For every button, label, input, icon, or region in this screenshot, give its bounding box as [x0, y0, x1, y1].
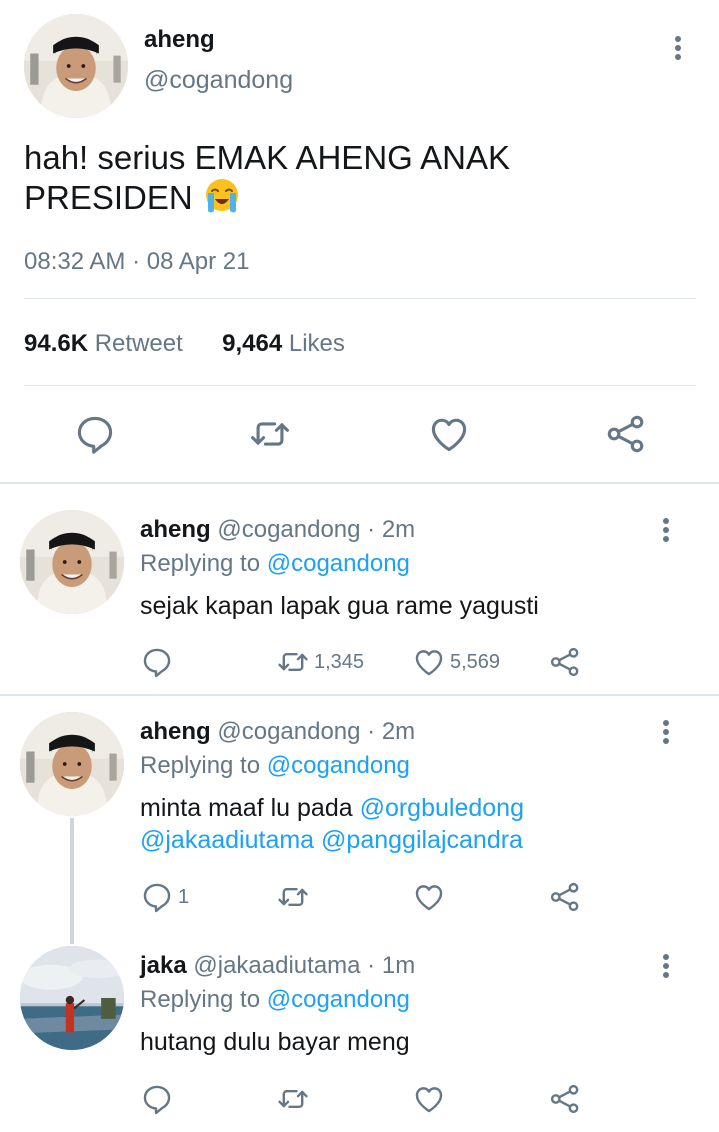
retweet-count: 1,345	[314, 650, 365, 673]
reply-icon	[140, 645, 174, 679]
share-icon	[548, 645, 582, 679]
replying-to-label: Replying to	[140, 986, 261, 1013]
like-label[interactable]: Likes	[289, 330, 345, 357]
like-button[interactable]	[412, 1082, 450, 1116]
share-icon	[548, 880, 582, 914]
tweet-stats: 94.6K Retweet 9,464 Likes	[24, 330, 345, 358]
like-button[interactable]	[427, 412, 471, 456]
reply-button[interactable]	[140, 1082, 178, 1116]
reply-text-line2: @jakaadiutama @panggilajcandra	[140, 824, 523, 856]
reply-text: sejak kapan lapak gua rame yagusti	[140, 592, 539, 620]
reply-author-line[interactable]: aheng @cogandong · 2m	[140, 718, 415, 746]
share-button[interactable]	[548, 1082, 582, 1116]
divider	[24, 298, 696, 299]
avatar[interactable]	[20, 712, 124, 816]
heart-icon	[412, 880, 446, 914]
replying-to-link[interactable]: @cogandong	[267, 986, 410, 1013]
divider	[24, 385, 696, 386]
avatar[interactable]	[24, 14, 128, 118]
replying-to: Replying to @cogandong	[140, 550, 410, 578]
mention-link[interactable]: @jakaadiutama	[140, 826, 314, 854]
like-button[interactable]: 5,569	[412, 645, 500, 679]
section-divider	[0, 482, 719, 484]
reply-author-line[interactable]: jaka @jakaadiutama · 1m	[140, 952, 415, 980]
avatar[interactable]	[20, 510, 124, 614]
replying-to: Replying to @cogandong	[140, 752, 410, 780]
reply-text-body: minta maaf lu pada	[140, 794, 353, 822]
like-count[interactable]: 9,464	[222, 330, 282, 357]
reply-count: 1	[178, 885, 190, 908]
reply-icon	[140, 1082, 174, 1116]
retweet-button[interactable]	[276, 880, 314, 914]
share-button[interactable]	[548, 880, 582, 914]
retweet-icon	[276, 645, 310, 679]
retweet-count[interactable]: 94.6K	[24, 330, 88, 357]
like-button[interactable]	[412, 880, 450, 914]
retweet-icon	[276, 880, 310, 914]
share-icon	[548, 1082, 582, 1116]
reply-text: minta maaf lu pada @orgbuledong	[140, 792, 524, 824]
section-divider	[0, 694, 719, 696]
more-options-icon[interactable]	[668, 34, 688, 64]
heart-icon	[427, 412, 471, 456]
reply-button[interactable]: 1	[140, 880, 189, 914]
author-handle[interactable]: @cogandong	[144, 66, 293, 95]
tweet-text: hah! serius EMAK AHENG ANAK PRESIDEN	[24, 138, 664, 217]
heart-icon	[412, 645, 446, 679]
reply-author-name[interactable]: aheng	[140, 516, 211, 543]
mention-link[interactable]: @panggilajcandra	[321, 826, 523, 854]
more-options-icon[interactable]	[656, 952, 676, 982]
retweet-icon	[276, 1082, 310, 1116]
replying-to-label: Replying to	[140, 550, 261, 577]
share-button[interactable]	[604, 412, 648, 456]
heart-icon	[412, 1082, 446, 1116]
retweet-label[interactable]: Retweet	[95, 330, 183, 357]
reply-handle-time: @cogandong · 2m	[217, 516, 416, 543]
reply-handle-time: @jakaadiutama · 1m	[193, 952, 416, 979]
loudly-crying-face-icon	[202, 177, 242, 215]
thread-connector	[70, 818, 74, 944]
retweet-icon	[248, 412, 292, 456]
reply-button[interactable]	[140, 645, 178, 679]
retweet-button[interactable]	[276, 1082, 314, 1116]
replying-to-link[interactable]: @cogandong	[267, 752, 410, 779]
share-icon	[604, 412, 648, 456]
reply-author-name[interactable]: aheng	[140, 718, 211, 745]
reply-text: hutang dulu bayar meng	[140, 1028, 410, 1056]
reply-button[interactable]	[73, 412, 117, 456]
more-options-icon[interactable]	[656, 516, 676, 546]
mention-link[interactable]: @orgbuledong	[360, 794, 524, 822]
reply-icon	[73, 412, 117, 456]
avatar[interactable]	[20, 946, 124, 1050]
main-tweet: aheng @cogandong hah! serius EMAK AHENG …	[0, 0, 719, 482]
reply-icon	[140, 880, 174, 914]
replying-to: Replying to @cogandong	[140, 986, 410, 1014]
reply-handle-time: @cogandong · 2m	[217, 718, 416, 745]
author-name[interactable]: aheng	[144, 26, 215, 54]
reply-author-name[interactable]: jaka	[140, 952, 187, 979]
retweet-button[interactable]	[248, 412, 292, 456]
retweet-button[interactable]: 1,345	[276, 645, 364, 679]
like-count: 5,569	[450, 650, 501, 673]
replying-to-link[interactable]: @cogandong	[267, 550, 410, 577]
tweet-timestamp: 08:32 AM · 08 Apr 21	[24, 248, 250, 275]
tweet-text-body: hah! serius EMAK AHENG ANAK PRESIDEN	[24, 139, 511, 216]
more-options-icon[interactable]	[656, 718, 676, 748]
replying-to-label: Replying to	[140, 752, 261, 779]
share-button[interactable]	[548, 645, 582, 679]
reply-author-line[interactable]: aheng @cogandong · 2m	[140, 516, 415, 544]
